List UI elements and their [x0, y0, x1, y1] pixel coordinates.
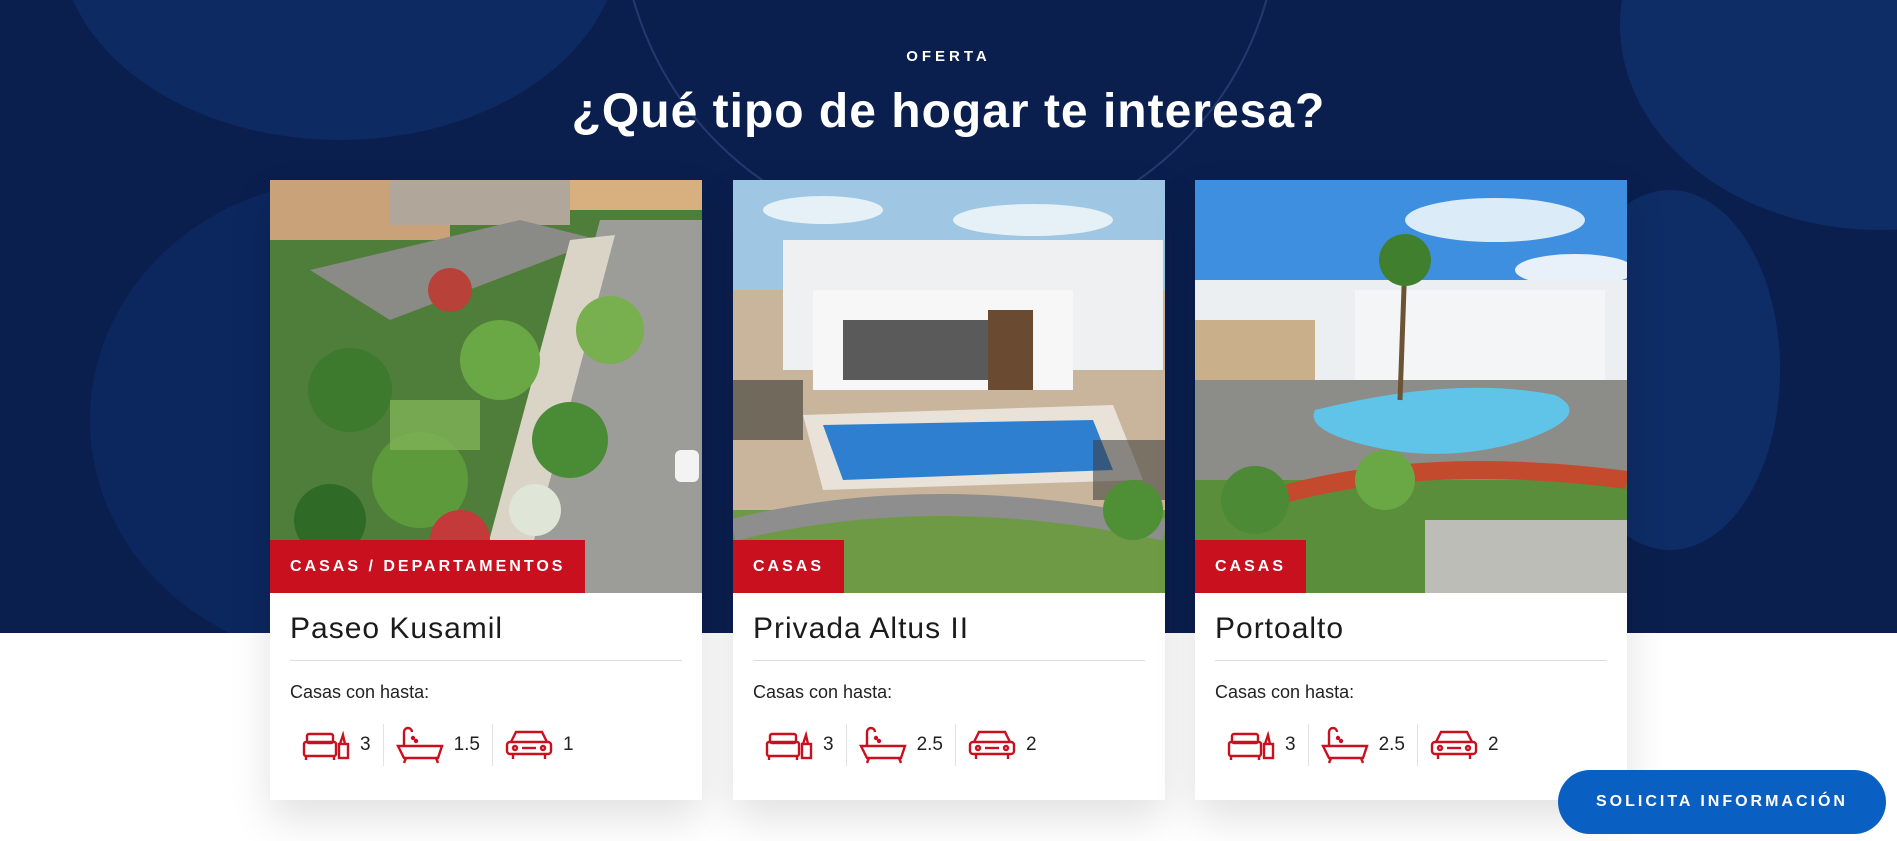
- features-caption: Casas con hasta:: [753, 682, 893, 702]
- property-photo[interactable]: [270, 180, 702, 593]
- property-name[interactable]: Portoalto: [1215, 612, 1344, 646]
- bathtub-icon: [1320, 726, 1369, 764]
- bedrooms-count: 3: [823, 734, 834, 755]
- bedrooms-feature: 3: [290, 724, 384, 766]
- bedrooms-count: 3: [360, 734, 371, 755]
- car-icon: [968, 730, 1016, 759]
- property-card-paseo-kusamil[interactable]: CASAS / DEPARTAMENTOS Paseo Kusamil Casa…: [270, 180, 702, 800]
- property-card-privada-altus-ii[interactable]: CASAS Privada Altus II Casas con hasta: …: [733, 180, 1165, 800]
- features-row: 3 1.5 1: [290, 720, 586, 770]
- features-row: 3 2.5 2: [753, 720, 1049, 770]
- bed-icon: [765, 730, 813, 760]
- bathrooms-feature: 2.5: [1309, 724, 1418, 766]
- section-eyebrow: OFERTA: [906, 48, 991, 65]
- divider: [753, 660, 1145, 661]
- bathrooms-feature: 2.5: [847, 724, 956, 766]
- property-photo[interactable]: [733, 180, 1165, 593]
- property-card-portoalto[interactable]: CASAS Portoalto Casas con hasta: 3 2.5 2: [1195, 180, 1627, 800]
- bathrooms-feature: 1.5: [384, 724, 493, 766]
- bed-icon: [302, 730, 350, 760]
- car-icon: [505, 730, 553, 759]
- request-info-button[interactable]: SOLICITA INFORMACIÓN: [1558, 770, 1886, 834]
- parking-feature: 1: [493, 724, 586, 766]
- property-name[interactable]: Paseo Kusamil: [290, 612, 503, 646]
- features-row: 3 2.5 2: [1215, 720, 1511, 770]
- property-type-badge: CASAS: [1195, 540, 1307, 593]
- features-caption: Casas con hasta:: [1215, 682, 1355, 702]
- section-title: ¿Qué tipo de hogar te interesa?: [571, 85, 1326, 138]
- divider: [290, 660, 682, 661]
- bathrooms-count: 2.5: [916, 734, 943, 755]
- bedrooms-feature: 3: [1215, 724, 1309, 766]
- parking-count: 1: [563, 734, 574, 755]
- bathtub-icon: [395, 726, 444, 764]
- property-type-badge: CASAS: [733, 540, 845, 593]
- parking-count: 2: [1026, 734, 1037, 755]
- parking-feature: 2: [1418, 724, 1511, 766]
- property-name[interactable]: Privada Altus II: [753, 612, 969, 646]
- bathrooms-count: 2.5: [1378, 734, 1405, 755]
- bed-icon: [1227, 730, 1275, 760]
- parking-count: 2: [1488, 734, 1499, 755]
- bathrooms-count: 1.5: [453, 734, 480, 755]
- property-type-badge: CASAS / DEPARTAMENTOS: [270, 540, 586, 593]
- property-photo[interactable]: [1195, 180, 1627, 593]
- features-caption: Casas con hasta:: [290, 682, 430, 702]
- parking-feature: 2: [956, 724, 1049, 766]
- bedrooms-count: 3: [1285, 734, 1296, 755]
- bedrooms-feature: 3: [753, 724, 847, 766]
- car-icon: [1430, 730, 1478, 759]
- divider: [1215, 660, 1607, 661]
- bathtub-icon: [858, 726, 907, 764]
